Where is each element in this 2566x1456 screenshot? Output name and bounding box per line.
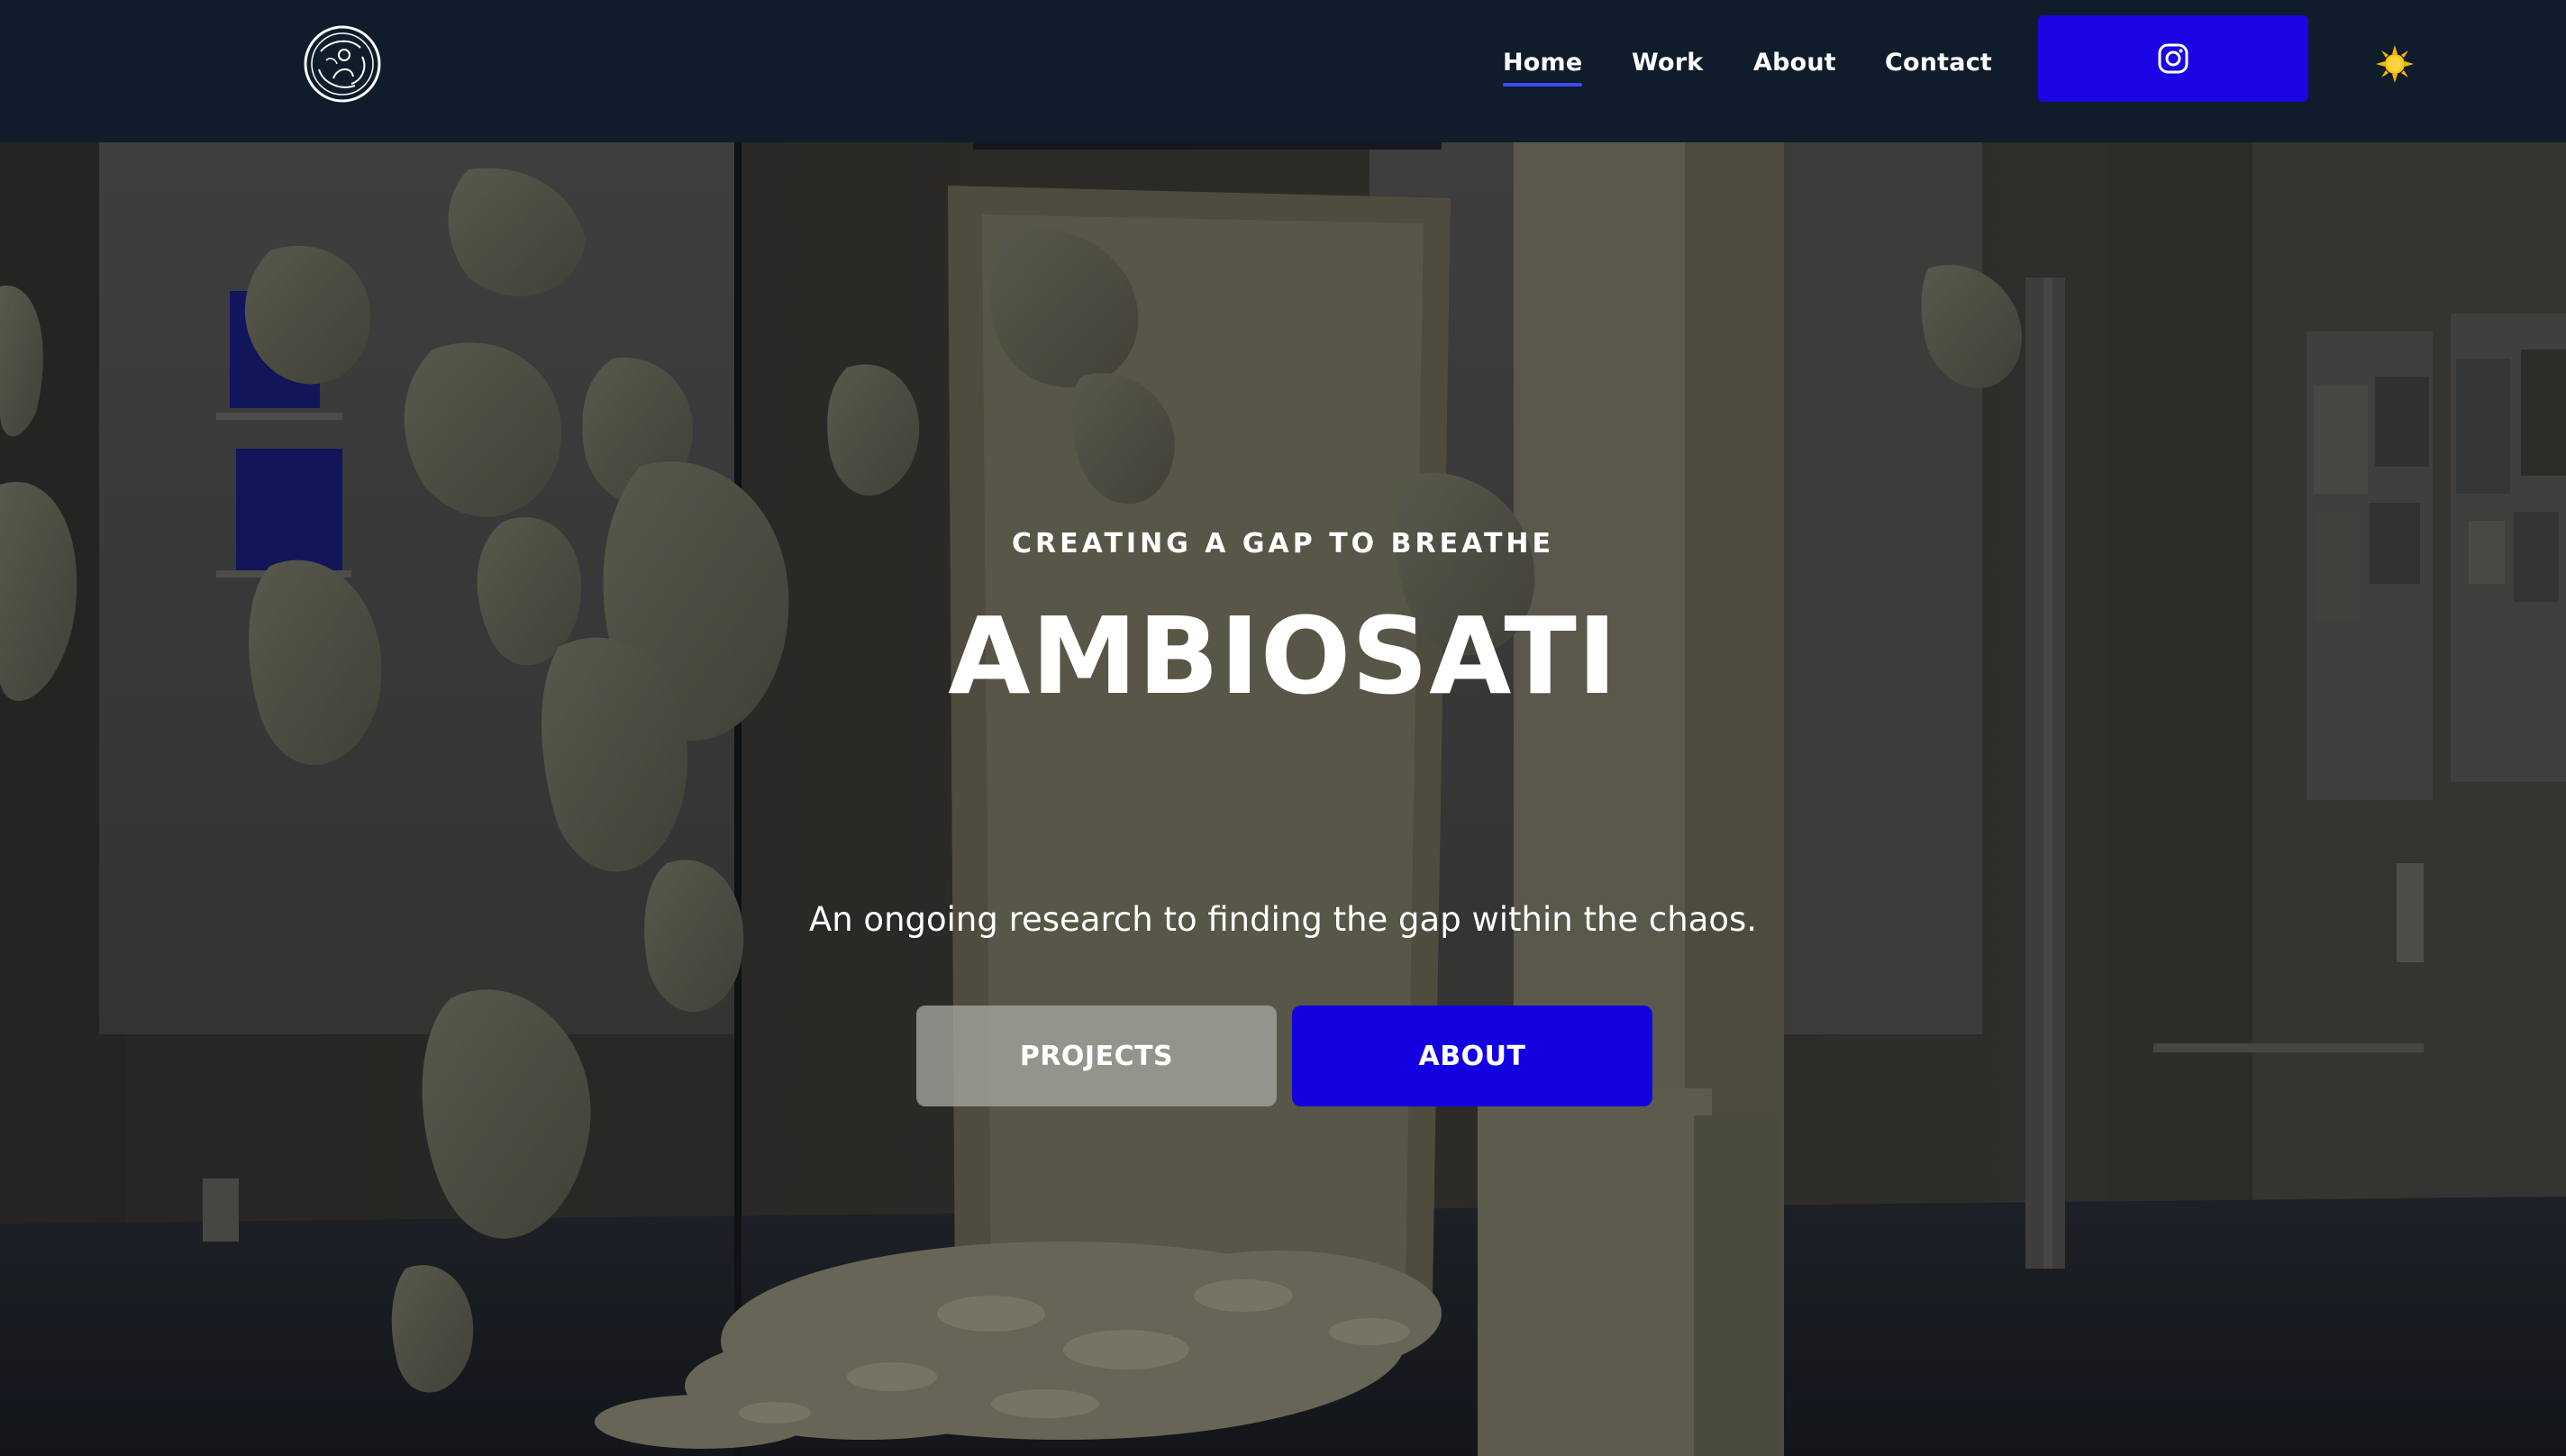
site-header: Home Work About Contact xyxy=(0,0,2566,142)
instagram-button[interactable] xyxy=(2038,15,2308,102)
instagram-icon xyxy=(2158,43,2188,74)
nav-about[interactable]: About xyxy=(1753,45,1836,81)
logo-icon xyxy=(304,25,381,103)
about-button[interactable]: ABOUT xyxy=(1292,1006,1652,1106)
hero-tagline: An ongoing research to finding the gap w… xyxy=(808,900,1758,939)
hero-title: AMBIOSATI xyxy=(948,594,1618,718)
nav-work[interactable]: Work xyxy=(1632,45,1703,81)
site-logo[interactable] xyxy=(303,24,382,104)
nav-home[interactable]: Home xyxy=(1503,45,1583,86)
hero-content: CREATING A GAP TO BREATHE AMBIOSATI An o… xyxy=(0,142,2566,1456)
sun-icon xyxy=(2376,45,2414,83)
hero-eyebrow: CREATING A GAP TO BREATHE xyxy=(1011,528,1555,560)
nav-contact[interactable]: Contact xyxy=(1885,45,1992,81)
projects-button[interactable]: PROJECTS xyxy=(916,1006,1277,1106)
theme-toggle-button[interactable] xyxy=(2375,44,2415,84)
hero-section: CREATING A GAP TO BREATHE AMBIOSATI An o… xyxy=(0,142,2566,1456)
